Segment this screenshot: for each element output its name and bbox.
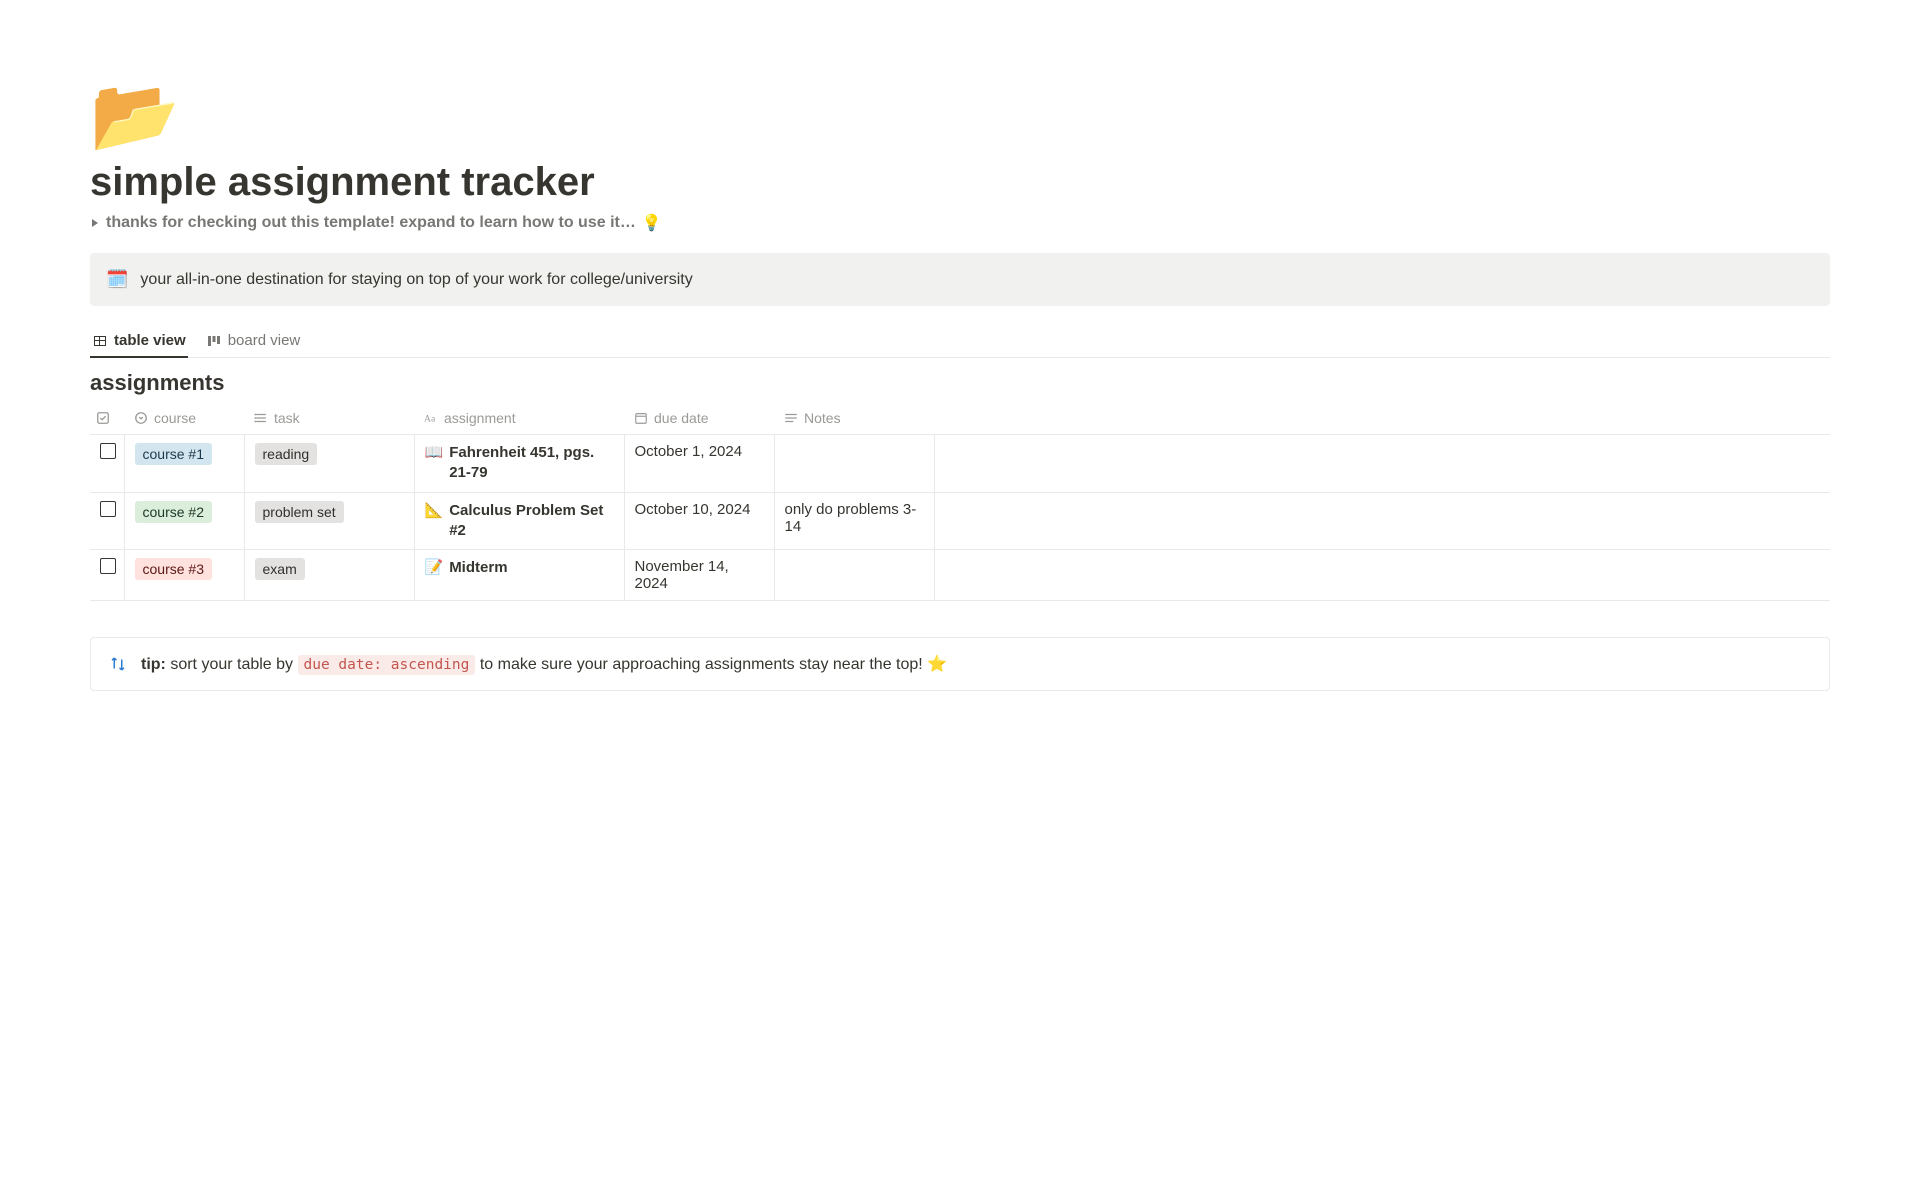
column-header-add[interactable] (934, 402, 1830, 435)
checkbox[interactable] (100, 443, 116, 459)
callout-box[interactable]: 🗓️ your all-in-one destination for stayi… (90, 253, 1830, 306)
column-header-checkbox[interactable] (90, 402, 124, 435)
database-title[interactable]: assignments (90, 370, 1830, 396)
course-tag: course #1 (135, 443, 212, 465)
course-tag: course #3 (135, 558, 212, 580)
sort-arrows-icon (109, 655, 127, 673)
callout-text: your all-in-one destination for staying … (140, 271, 692, 289)
assignment-icon: 📖 (425, 443, 444, 461)
date-icon (634, 411, 648, 425)
assignment-icon: 📐 (425, 501, 444, 519)
task-tag: reading (255, 443, 318, 465)
tip-code: due date: ascending (298, 655, 476, 675)
course-cell[interactable]: course #2 (124, 492, 244, 550)
tip-before: sort your table by (166, 656, 298, 673)
view-tabs: table view board view (90, 326, 1830, 358)
column-header-notes[interactable]: Notes (774, 402, 934, 435)
table-icon (92, 333, 108, 349)
calendar-icon: 🗓️ (106, 269, 128, 290)
assignment-cell[interactable]: 📝 Midterm (414, 550, 624, 601)
due-date-cell[interactable]: October 10, 2024 (624, 492, 774, 550)
tab-label: board view (228, 332, 301, 349)
column-label: due date (654, 410, 709, 426)
checkbox[interactable] (100, 558, 116, 574)
notes-cell[interactable]: only do problems 3-14 (774, 492, 934, 550)
assignment-icon: 📝 (425, 558, 444, 576)
tab-table-view[interactable]: table view (90, 326, 188, 357)
assignment-cell[interactable]: 📖 Fahrenheit 451, pgs. 21-79 (414, 435, 624, 493)
assignment-cell[interactable]: 📐 Calculus Problem Set #2 (414, 492, 624, 550)
checkbox-cell[interactable] (90, 492, 124, 550)
title-icon: Aa (424, 411, 438, 425)
column-label: task (274, 410, 300, 426)
empty-cell (934, 492, 1830, 550)
table-row[interactable]: course #3 exam 📝 Midterm November 14, 2024 (90, 550, 1830, 601)
empty-cell (934, 550, 1830, 601)
column-label: assignment (444, 410, 516, 426)
assignment-title: Midterm (449, 558, 507, 578)
checkbox-cell[interactable] (90, 550, 124, 601)
toggle-text: thanks for checking out this template! e… (106, 214, 636, 232)
table-row[interactable]: course #2 problem set 📐 Calculus Problem Se… (90, 492, 1830, 550)
due-date-cell[interactable]: October 1, 2024 (624, 435, 774, 493)
column-header-course[interactable]: course (124, 402, 244, 435)
column-header-assignment[interactable]: Aa assignment (414, 402, 624, 435)
task-tag: problem set (255, 501, 344, 523)
lightbulb-icon: 💡 (642, 213, 662, 233)
page-title[interactable]: simple assignment tracker (90, 160, 1830, 205)
assignment-title: Fahrenheit 451, pgs. 21-79 (449, 443, 613, 484)
tab-board-view[interactable]: board view (204, 326, 303, 357)
toggle-caret-icon (90, 218, 100, 228)
task-cell[interactable]: exam (244, 550, 414, 601)
column-label: Notes (804, 410, 841, 426)
tab-label: table view (114, 332, 186, 349)
assignment-title: Calculus Problem Set #2 (449, 501, 613, 542)
select-icon (134, 411, 148, 425)
task-cell[interactable]: problem set (244, 492, 414, 550)
assignments-table: course task Aa assignment due date (90, 402, 1830, 601)
course-cell[interactable]: course #1 (124, 435, 244, 493)
board-icon (206, 333, 222, 349)
task-tag: exam (255, 558, 305, 580)
empty-cell (934, 435, 1830, 493)
checkbox-icon (96, 411, 110, 425)
tip-label: tip: (141, 656, 166, 673)
task-cell[interactable]: reading (244, 435, 414, 493)
page-icon[interactable]: 📂 (90, 80, 1830, 152)
text-icon (784, 411, 798, 425)
column-header-task[interactable]: task (244, 402, 414, 435)
course-tag: course #2 (135, 501, 212, 523)
course-cell[interactable]: course #3 (124, 550, 244, 601)
tip-callout[interactable]: tip: sort your table by due date: ascend… (90, 637, 1830, 691)
column-header-due-date[interactable]: due date (624, 402, 774, 435)
tip-after: to make sure your approaching assignment… (475, 656, 947, 673)
svg-text:Aa: Aa (424, 414, 436, 425)
column-label: course (154, 410, 196, 426)
toggle-intro[interactable]: thanks for checking out this template! e… (90, 213, 1830, 233)
notes-cell[interactable] (774, 435, 934, 493)
checkbox-cell[interactable] (90, 435, 124, 493)
checkbox[interactable] (100, 501, 116, 517)
table-row[interactable]: course #1 reading 📖 Fahrenheit 451, pgs. 21… (90, 435, 1830, 493)
multiselect-icon (254, 411, 268, 425)
notes-cell[interactable] (774, 550, 934, 601)
tip-text: tip: sort your table by due date: ascend… (141, 654, 947, 674)
due-date-cell[interactable]: November 14, 2024 (624, 550, 774, 601)
